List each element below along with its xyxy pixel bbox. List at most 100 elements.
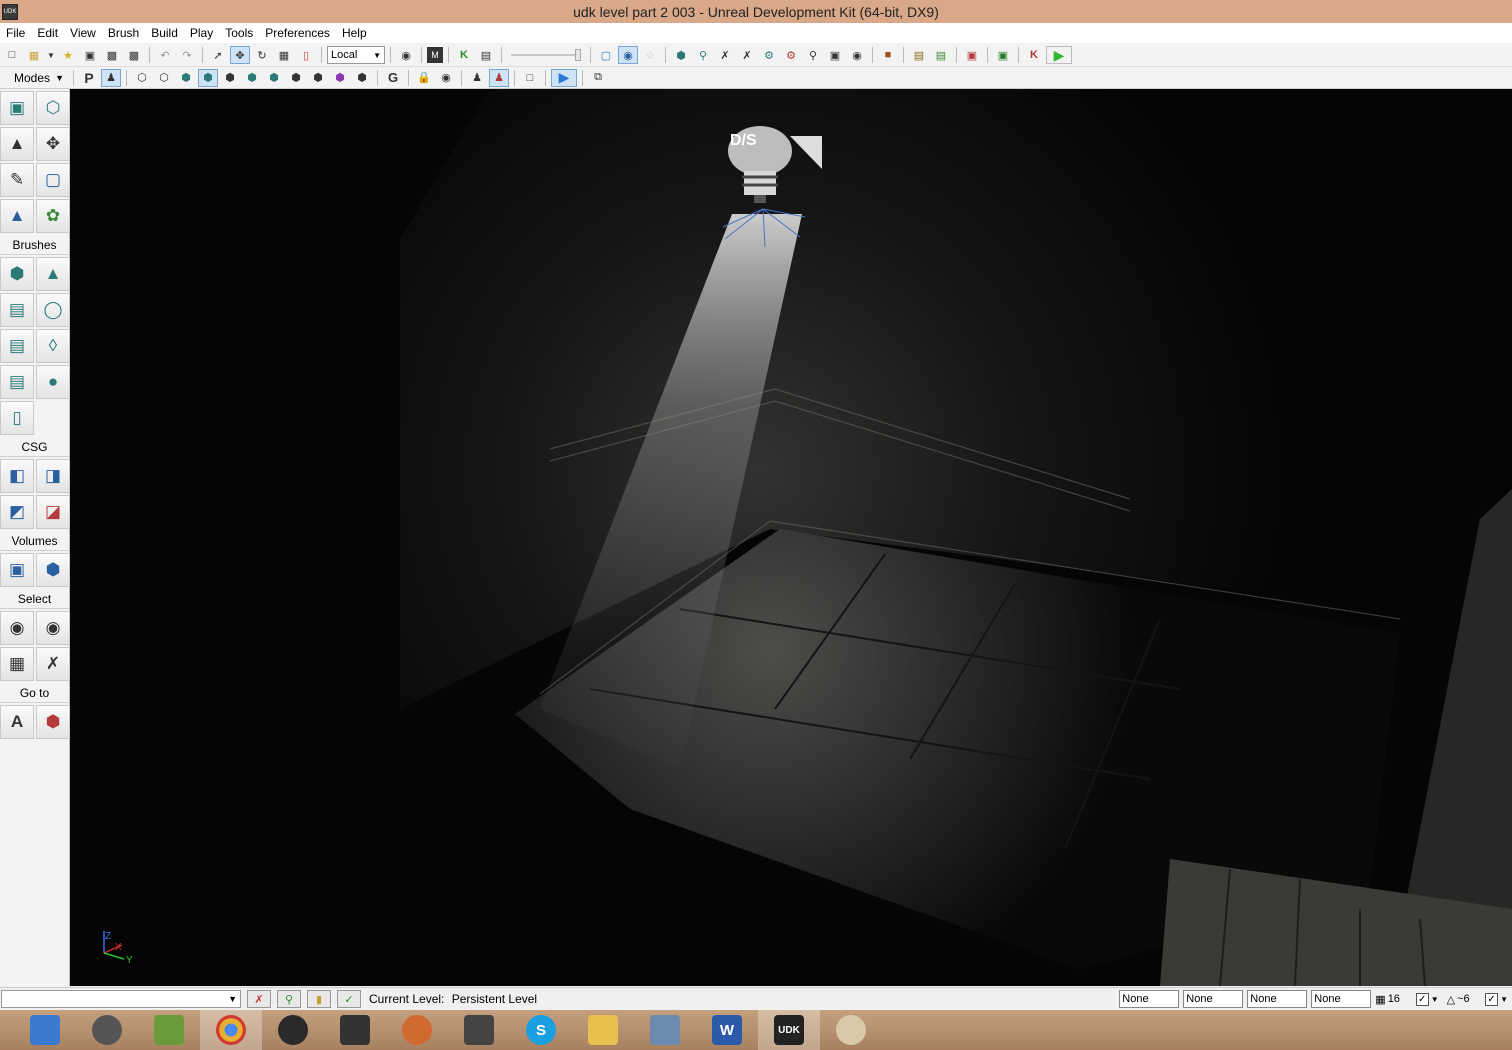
show-selected-icon[interactable]: ◉ [0, 611, 34, 645]
taskbar-calculator[interactable] [634, 1010, 696, 1050]
lightmap-density-icon[interactable]: ⬢ [330, 69, 350, 87]
build-paths-icon[interactable]: ✗ [715, 46, 735, 64]
build-lighting-icon[interactable]: ⚲ [693, 46, 713, 64]
content-browser-icon[interactable]: ▤ [476, 46, 496, 64]
texture-align-icon[interactable]: ✥ [36, 127, 70, 161]
recent-dropdown-icon[interactable]: ▼ [46, 46, 56, 64]
camera-icon[interactable]: ♟ [467, 69, 487, 87]
play-in-viewport-icon[interactable]: ▶ [551, 68, 577, 87]
status-field-3[interactable]: None [1247, 990, 1308, 1008]
taskbar-word[interactable]: W [696, 1010, 758, 1050]
rotation-snap-value[interactable]: ~6 [1457, 993, 1483, 1005]
volumetric-brush-icon[interactable]: ▯ [0, 401, 34, 435]
build-settings-icon[interactable]: ⚙ [781, 46, 801, 64]
lighting-quality-icon[interactable]: ⚲ [803, 46, 823, 64]
nonuniform-scale-icon[interactable]: ▯ [296, 46, 316, 64]
curved-stair-icon[interactable]: ▤ [0, 293, 34, 327]
game-view-toggle[interactable]: G [383, 69, 403, 87]
cone-brush-icon[interactable]: ▲ [36, 257, 70, 291]
taskbar-udk[interactable]: UDK [758, 1010, 820, 1050]
status-field-4[interactable]: None [1311, 990, 1372, 1008]
taskbar-unity[interactable] [448, 1010, 510, 1050]
taskbar-file-explorer[interactable] [572, 1010, 634, 1050]
add-volume-icon[interactable]: ▣ [0, 553, 34, 587]
spiral-stair-icon[interactable]: ▤ [0, 365, 34, 399]
perspective-viewport[interactable]: D/S Z X Y [70, 89, 1512, 986]
menu-help[interactable]: Help [336, 26, 373, 40]
rotation-snap-checkbox[interactable]: ✓ [1485, 992, 1499, 1006]
chevron-down-icon[interactable]: ▼ [55, 73, 64, 83]
taskbar-chrome[interactable] [200, 1010, 262, 1050]
light-toggle-icon[interactable]: ⚲ [277, 990, 301, 1008]
coord-system-select[interactable]: Local ▼ [327, 46, 385, 64]
udk-app-icon[interactable]: UDK [2, 3, 18, 20]
script-icon[interactable]: ▤ [931, 46, 951, 64]
save-current-icon[interactable]: ▩ [124, 46, 144, 64]
star-outline-icon[interactable]: ☆ [640, 46, 660, 64]
menu-build[interactable]: Build [145, 26, 184, 40]
check-level-icon[interactable]: ✓ [337, 990, 361, 1008]
cube-brush-icon[interactable]: ⬢ [0, 257, 34, 291]
cylinder-brush-icon[interactable]: ◯ [36, 293, 70, 327]
camera-mode-icon[interactable]: ▣ [0, 91, 34, 125]
csg-add-icon[interactable]: ◧ [0, 459, 34, 493]
lock-icon[interactable]: 🔒 [414, 69, 434, 87]
sphere-brush-icon[interactable]: ● [36, 365, 70, 399]
menu-brush[interactable]: Brush [102, 26, 145, 40]
taskbar-minecraft[interactable] [138, 1010, 200, 1050]
save-icon[interactable]: ▣ [80, 46, 100, 64]
sheet-brush-icon[interactable]: ◊ [36, 329, 70, 363]
play-console-icon[interactable]: ▣ [962, 46, 982, 64]
status-field-1[interactable]: None [1119, 990, 1180, 1008]
favorite-star-icon[interactable]: ★ [58, 46, 78, 64]
unlit-icon[interactable]: ⬢ [176, 69, 196, 87]
package-icon[interactable]: ■ [878, 46, 898, 64]
play-pc-icon[interactable]: ▣ [993, 46, 1013, 64]
menu-preferences[interactable]: Preferences [259, 26, 336, 40]
volume-list-icon[interactable]: ⬢ [36, 553, 70, 587]
undo-icon[interactable]: ↶ [155, 46, 175, 64]
find-binoculars-icon[interactable]: ◉ [396, 46, 416, 64]
map-check-icon[interactable]: ▣ [825, 46, 845, 64]
mesh-paint-icon[interactable]: ✎ [0, 163, 34, 197]
stats-icon[interactable]: ◉ [847, 46, 867, 64]
taskbar-skype[interactable]: S [510, 1010, 572, 1050]
new-file-icon[interactable]: □ [2, 46, 22, 64]
detail-lighting-icon[interactable]: ⬢ [220, 69, 240, 87]
terrain-mode-icon[interactable]: ▲ [0, 127, 34, 161]
play-in-editor-icon[interactable]: ▶ [1046, 46, 1072, 64]
chevron-down-icon[interactable]: ▼ [1500, 995, 1508, 1004]
menu-edit[interactable]: Edit [31, 26, 64, 40]
foliage-volume-icon[interactable]: ▢ [36, 163, 70, 197]
kismet-debug-icon[interactable]: K [1024, 46, 1044, 64]
foliage-mode-icon[interactable]: ✿ [36, 199, 70, 233]
game-stats-icon[interactable]: ▤ [909, 46, 929, 64]
hide-selected-icon[interactable]: ◉ [36, 611, 70, 645]
wireframe-icon[interactable]: ⬡ [154, 69, 174, 87]
taskbar-game[interactable] [386, 1010, 448, 1050]
menu-file[interactable]: File [0, 26, 31, 40]
perspective-toggle[interactable]: P [79, 69, 99, 87]
menu-tools[interactable]: Tools [219, 26, 259, 40]
grid-size-value[interactable]: 16 [1388, 993, 1414, 1005]
menu-play[interactable]: Play [184, 26, 219, 40]
show-all-icon[interactable]: ✗ [36, 647, 70, 681]
grid-snap-checkbox[interactable]: ✓ [1415, 992, 1429, 1006]
landscape-mode-icon[interactable]: ▲ [0, 199, 34, 233]
light-complexity-icon[interactable]: ⬢ [264, 69, 284, 87]
status-field-2[interactable]: None [1183, 990, 1244, 1008]
csg-subtract-icon[interactable]: ◨ [36, 459, 70, 493]
slider-thumb[interactable] [575, 49, 581, 61]
csg-intersect-icon[interactable]: ◩ [0, 495, 34, 529]
modes-header[interactable]: Modes ▼ [0, 71, 68, 85]
translate-mode-icon[interactable]: ✥ [230, 46, 250, 64]
float-viewport-icon[interactable]: ⧉ [588, 69, 608, 87]
taskbar-paint[interactable] [820, 1010, 882, 1050]
taskbar-steam[interactable] [262, 1010, 324, 1050]
build-all-icon[interactable]: ⚙ [759, 46, 779, 64]
lighting-only-icon[interactable]: ⬢ [242, 69, 262, 87]
goto-builder-brush-icon[interactable]: ⬢ [36, 705, 70, 739]
command-combo[interactable]: ▼ [1, 990, 241, 1008]
texture-density-icon[interactable]: ⬢ [286, 69, 306, 87]
save-all-icon[interactable]: ▩ [102, 46, 122, 64]
